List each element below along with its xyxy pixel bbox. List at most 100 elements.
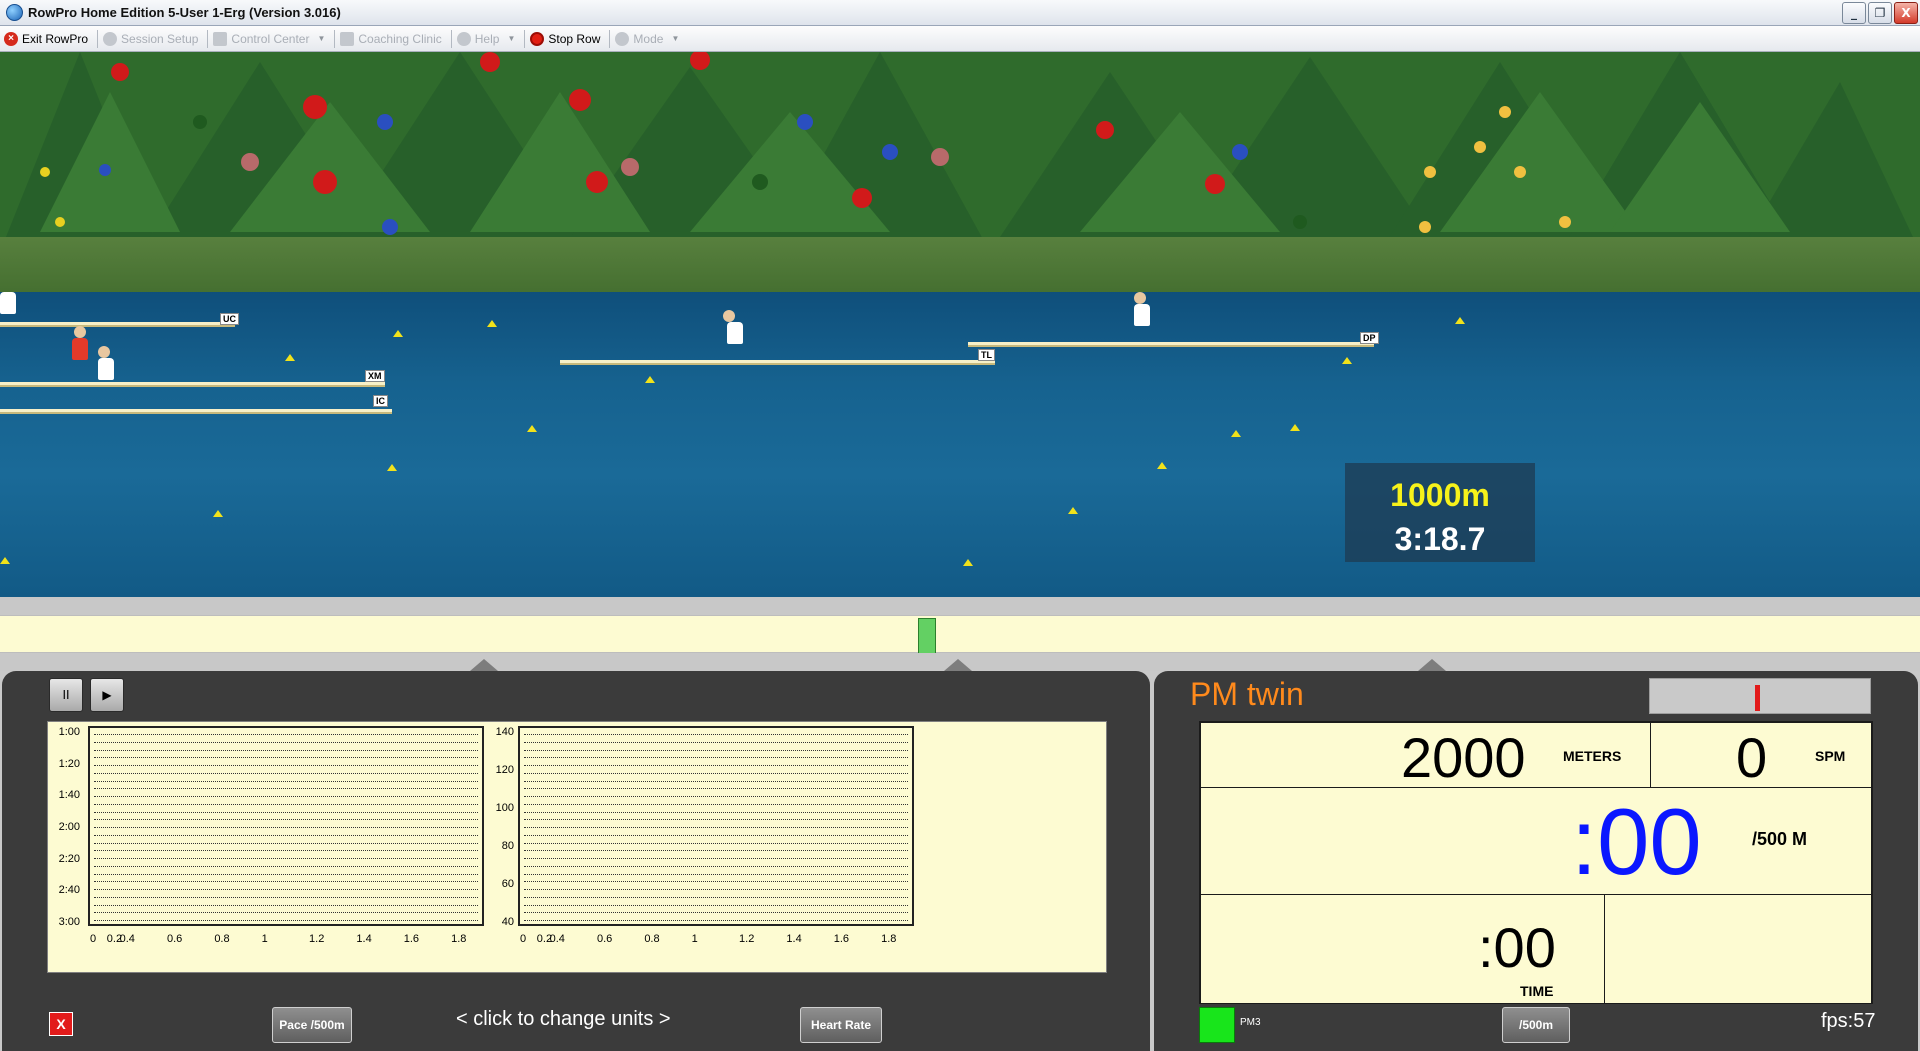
rower-head bbox=[723, 310, 735, 322]
x-tick-label: 0.8 bbox=[214, 933, 230, 945]
grid-line bbox=[524, 819, 908, 821]
mode-button[interactable]: Mode ▼ bbox=[613, 28, 685, 50]
x-tick-label: 0.6 bbox=[166, 933, 183, 945]
close-window-button[interactable]: X bbox=[1894, 2, 1918, 24]
lane-buoy bbox=[1342, 357, 1352, 364]
grid-line bbox=[94, 858, 478, 859]
toolbar-separator bbox=[609, 29, 611, 48]
boat-tl bbox=[560, 360, 995, 365]
race-position-marker[interactable] bbox=[918, 618, 936, 658]
grid-line bbox=[94, 842, 478, 844]
toolbar-separator bbox=[97, 29, 99, 48]
grid-line bbox=[94, 734, 478, 735]
chevron-down-icon: ▼ bbox=[671, 34, 680, 43]
change-units-link[interactable]: < click to change units > bbox=[456, 1008, 671, 1031]
clear-graph-button[interactable]: X bbox=[49, 1012, 73, 1036]
grid-line bbox=[524, 865, 908, 867]
minimize-button[interactable]: _ bbox=[1842, 2, 1866, 24]
y-tick-label: 1:00 bbox=[58, 726, 80, 738]
lane-tag: UC bbox=[220, 313, 239, 325]
lane-buoy bbox=[487, 320, 497, 327]
pace-cell: :00 /500 M bbox=[1200, 787, 1872, 895]
toolbar: × Exit RowPro Session Setup Control Cent… bbox=[0, 26, 1920, 52]
x-tick-label: 1 bbox=[691, 933, 698, 945]
panel-splitter-handle[interactable] bbox=[1418, 659, 1446, 671]
rower-head bbox=[98, 346, 110, 358]
grid-line bbox=[94, 819, 478, 821]
grid-line bbox=[94, 834, 478, 836]
grid-line bbox=[94, 873, 478, 875]
grid-line bbox=[94, 912, 478, 914]
grid-line bbox=[94, 765, 478, 766]
lane-buoy bbox=[1231, 430, 1241, 437]
restore-button[interactable]: ❐ bbox=[1868, 2, 1892, 24]
x-tick-label: 1.2 bbox=[309, 933, 325, 945]
device-label: PM3 bbox=[1240, 1017, 1261, 1028]
grid-line bbox=[524, 858, 908, 859]
pace-units-button[interactable]: Pace /500m bbox=[272, 1007, 352, 1043]
time-label: TIME bbox=[1520, 983, 1554, 999]
coaching-clinic-label: Coaching Clinic bbox=[358, 31, 442, 46]
split-overlay: 1000m 3:18.7 bbox=[1345, 463, 1535, 562]
y-tick-label: 40 bbox=[501, 916, 514, 928]
grid-line bbox=[524, 842, 908, 844]
y-tick-label: 60 bbox=[501, 878, 514, 890]
panel-splitter-handle[interactable] bbox=[470, 659, 498, 671]
meters-label: METERS bbox=[1563, 748, 1622, 764]
split-time: 3:18.7 bbox=[1394, 521, 1486, 557]
chevron-down-icon: ▼ bbox=[317, 34, 326, 43]
panel-splitter-handle[interactable] bbox=[944, 659, 972, 671]
help-button[interactable]: Help ▼ bbox=[455, 28, 522, 50]
grid-line bbox=[94, 881, 478, 883]
grid-line bbox=[524, 788, 908, 790]
grid-line bbox=[524, 741, 908, 743]
coaching-clinic-button[interactable]: Coaching Clinic bbox=[338, 28, 447, 50]
grid-line bbox=[524, 827, 908, 828]
clinic-icon bbox=[340, 31, 355, 46]
christmas-trees-backdrop bbox=[0, 52, 1920, 252]
help-label: Help bbox=[474, 31, 500, 46]
y-tick-label: 2:20 bbox=[58, 852, 80, 865]
lane-buoy bbox=[1290, 424, 1300, 431]
control-center-button[interactable]: Control Center ▼ bbox=[211, 28, 331, 50]
time-value: :00 bbox=[1478, 916, 1556, 979]
toolbar-separator bbox=[207, 29, 209, 48]
rowing-scene: UC XM IC TL DP 1000m 3:18.7 bbox=[0, 52, 1920, 597]
grid-line bbox=[94, 780, 478, 782]
y-tick-label: 80 bbox=[501, 840, 514, 852]
lane-buoy bbox=[1068, 507, 1078, 514]
monitor-name: PM twin bbox=[1190, 676, 1304, 712]
grid-line bbox=[524, 749, 908, 751]
graph-area: 1:00 1:20 1:40 2:00 2:20 2:40 3:00 0 0.2 0.4 0.6 0… bbox=[47, 721, 1107, 973]
grid-line bbox=[524, 772, 908, 774]
performance-monitor: 2000 METERS 0 SPM :00 /500 M :00 TIME bbox=[1199, 721, 1873, 1004]
y-tick-label: 3:00 bbox=[58, 916, 80, 928]
monitor-units-button[interactable]: /500m bbox=[1502, 1007, 1570, 1043]
grid-line bbox=[524, 881, 908, 883]
x-tick-label: 1.8 bbox=[881, 933, 897, 945]
user-icon bbox=[615, 31, 630, 46]
lane-tag: TL bbox=[978, 349, 995, 361]
pause-button[interactable]: II bbox=[49, 678, 83, 712]
y-tick-label: 2:40 bbox=[58, 884, 80, 897]
x-tick-label: 0.4 bbox=[549, 933, 565, 945]
grid-line bbox=[524, 896, 908, 898]
x-tick-label: 0 bbox=[90, 933, 97, 945]
grid-line bbox=[94, 757, 478, 759]
play-button[interactable]: ▶ bbox=[90, 678, 124, 712]
exit-rowpro-button[interactable]: × Exit RowPro bbox=[2, 28, 94, 50]
grid-line bbox=[524, 796, 908, 797]
heart-rate-button[interactable]: Heart Rate bbox=[800, 1007, 882, 1043]
grid-line bbox=[524, 850, 908, 852]
pace-graph bbox=[88, 726, 484, 926]
race-progress-bar bbox=[0, 615, 1920, 658]
stop-row-button[interactable]: Stop Row bbox=[528, 28, 606, 50]
lane-buoy bbox=[213, 510, 223, 517]
lane-buoy bbox=[527, 425, 537, 432]
lane-buoy bbox=[285, 354, 295, 361]
stop-icon bbox=[530, 31, 545, 46]
boat-xm bbox=[0, 382, 385, 387]
lane-buoy bbox=[963, 559, 973, 566]
toolbar-separator bbox=[524, 29, 526, 48]
session-setup-button[interactable]: Session Setup bbox=[101, 28, 204, 50]
